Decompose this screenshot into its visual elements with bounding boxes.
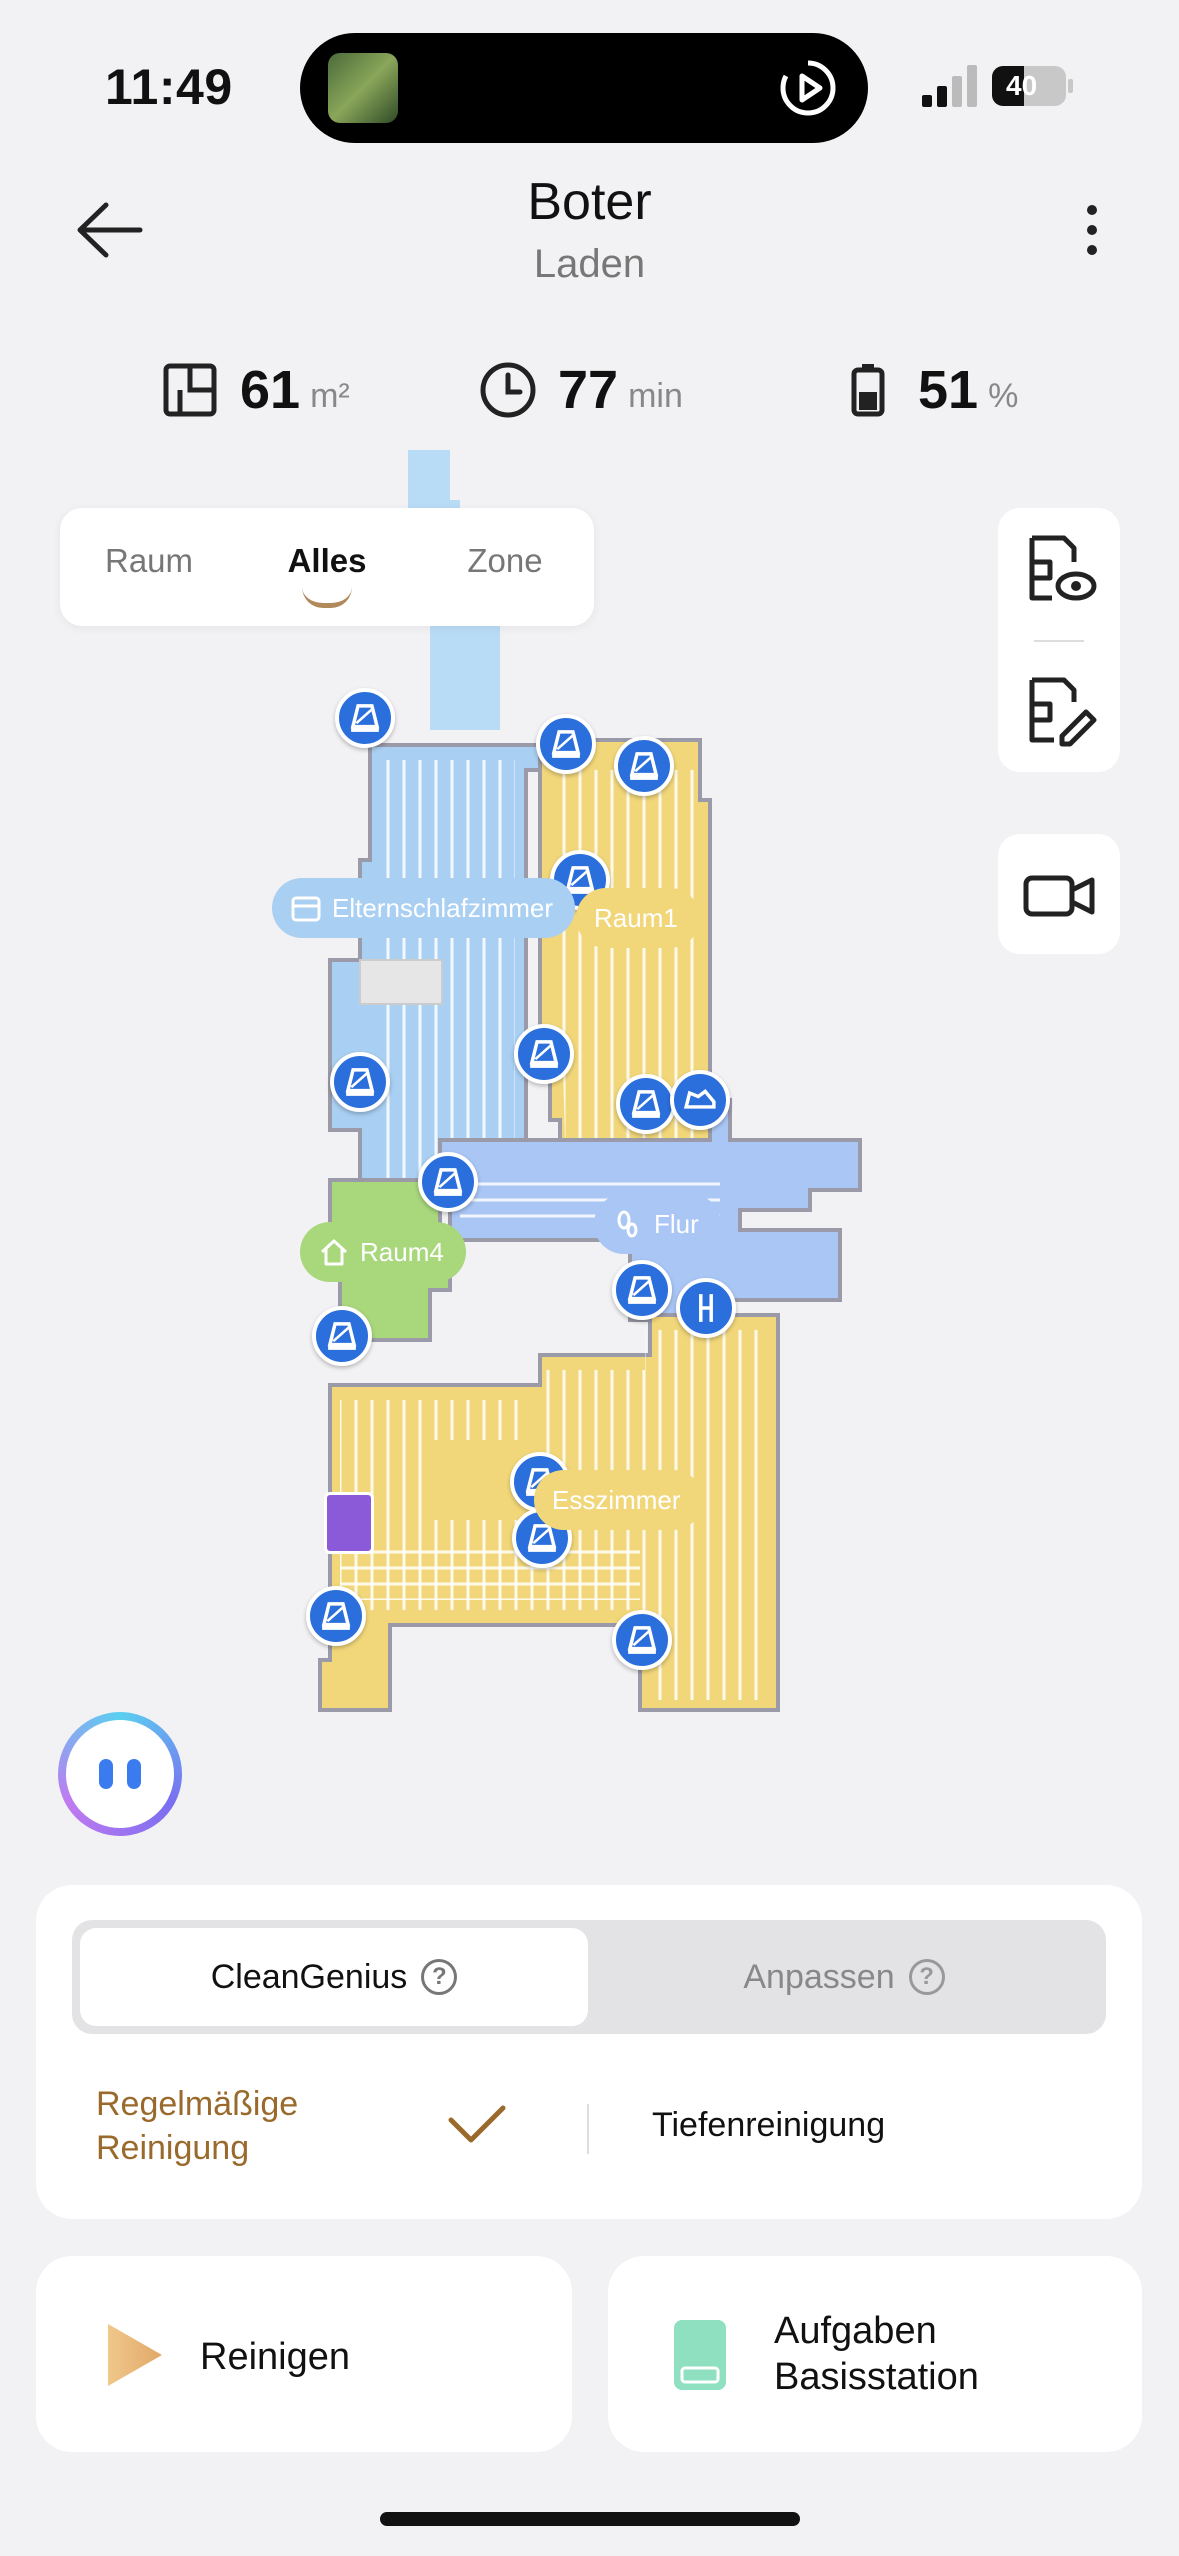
obstacle-marker[interactable]	[312, 1306, 372, 1366]
stat-area: 61 m²	[160, 355, 350, 425]
cone-icon	[350, 704, 380, 732]
tab-raum[interactable]: Raum	[60, 508, 238, 626]
tab-anpassen-label: Anpassen	[743, 1957, 895, 1996]
stat-time: 77 min	[478, 355, 683, 425]
assistant-eye	[99, 1759, 113, 1789]
tab-cleangenius-label: CleanGenius	[210, 1957, 408, 1996]
cone-icon	[627, 1276, 657, 1304]
more-vertical-icon[interactable]	[1070, 200, 1114, 260]
carpet-marker[interactable]	[670, 1070, 730, 1130]
video-camera-icon[interactable]	[1020, 860, 1100, 930]
obstacle-marker[interactable]	[514, 1024, 574, 1084]
signal-icon	[922, 65, 977, 107]
area-value: 61	[240, 360, 301, 420]
room-label-raum4[interactable]: Raum4	[300, 1222, 466, 1282]
room-label-text: Esszimmer	[552, 1484, 681, 1515]
room-label-raum1[interactable]: Raum1	[576, 888, 700, 948]
battery-indicator: 40	[992, 66, 1074, 106]
area-unit: m²	[310, 376, 350, 415]
help-icon[interactable]: ?	[421, 1959, 458, 1995]
edit-map-icon[interactable]	[1018, 670, 1102, 754]
footprint-icon	[617, 1210, 638, 1238]
clock-icon	[480, 362, 536, 418]
now-playing-artwork	[328, 53, 398, 123]
mode-selector: Raum Alles Zone	[60, 508, 594, 626]
status-time: 11:49	[105, 59, 233, 115]
tab-alles[interactable]: Alles	[238, 508, 416, 626]
check-icon	[448, 2105, 506, 2143]
base-label-line2: Basisstation	[774, 2356, 979, 2398]
obstacle-marker[interactable]	[330, 1052, 390, 1112]
page-title: Boter	[527, 173, 652, 231]
cone-icon	[321, 1602, 351, 1630]
shoe-icon	[683, 1088, 716, 1109]
cone-icon	[629, 752, 659, 780]
cone-icon	[529, 1040, 559, 1068]
room-bedroom	[328, 743, 542, 1202]
help-icon[interactable]: ?	[908, 1959, 945, 1995]
obstacle-marker[interactable]	[614, 736, 674, 796]
room-label-flur[interactable]: Flur	[594, 1194, 721, 1254]
time-value: 77	[558, 360, 619, 420]
battery-unit: %	[988, 376, 1019, 415]
time-unit: min	[628, 376, 683, 415]
cone-icon	[433, 1168, 463, 1196]
obstacle-marker[interactable]	[335, 688, 395, 748]
tab-cleangenius[interactable]: CleanGenius ?	[80, 1928, 588, 2026]
base-station-icon	[674, 2320, 726, 2390]
cone-icon	[345, 1068, 375, 1096]
room-label-esszimmer[interactable]: Esszimmer	[534, 1470, 703, 1530]
obstacle-marker[interactable]	[306, 1586, 366, 1646]
room-label-text: Elternschlafzimmer	[332, 892, 554, 923]
obstacle-marker[interactable]	[418, 1152, 478, 1212]
assistant-eye	[127, 1759, 141, 1789]
base-station-marker[interactable]	[324, 1492, 374, 1554]
tab-anpassen[interactable]: Anpassen ?	[590, 1928, 1098, 2026]
room-label-text: Flur	[654, 1208, 699, 1239]
option-regular-cleaning[interactable]: Regelmäßige Reinigung	[96, 2082, 396, 2170]
obstacle-marker[interactable]	[536, 714, 596, 774]
play-icon	[108, 2324, 162, 2386]
option-label-line2: Reinigung	[96, 2129, 250, 2167]
view-map-icon[interactable]	[1018, 528, 1102, 612]
cable-icon	[699, 1294, 713, 1322]
cone-icon	[631, 1090, 661, 1118]
cable-marker[interactable]	[676, 1278, 736, 1338]
obstacle-marker[interactable]	[612, 1610, 672, 1670]
battery-value: 51	[918, 360, 979, 420]
house-icon	[320, 1239, 348, 1266]
obstacle-marker[interactable]	[616, 1074, 676, 1134]
battery-icon	[851, 364, 885, 417]
option-label-line1: Regelmäßige	[96, 2085, 299, 2123]
home-indicator[interactable]	[380, 2512, 800, 2526]
option-divider	[587, 2104, 589, 2154]
assistant-face-icon	[66, 1720, 174, 1828]
assistant-button[interactable]	[58, 1712, 182, 1836]
room-label-text: Raum1	[594, 902, 678, 933]
room-label-elternschlafzimmer[interactable]: Elternschlafzimmer	[272, 878, 576, 938]
base-station-tasks-label: Aufgaben Basisstation	[774, 2308, 1074, 2400]
room-label-text: Raum4	[360, 1236, 444, 1267]
floorplan-icon	[163, 363, 217, 417]
play-icon[interactable]	[778, 58, 838, 118]
cone-icon	[327, 1322, 357, 1350]
base-label-line1: Aufgaben	[774, 2310, 937, 2352]
cone-icon	[627, 1626, 657, 1654]
cone-icon	[551, 730, 581, 758]
option-deep-cleaning[interactable]: Tiefenreinigung	[652, 2106, 885, 2145]
bed-icon	[291, 896, 321, 922]
start-cleaning-label: Reinigen	[200, 2336, 350, 2378]
device-status: Laden	[533, 242, 646, 286]
divider	[1034, 640, 1084, 642]
battery-percent: 40	[1006, 70, 1038, 101]
dynamic-island[interactable]	[300, 33, 868, 143]
tab-zone[interactable]: Zone	[416, 508, 594, 626]
obstacle-marker[interactable]	[612, 1260, 672, 1320]
stat-battery: 51 %	[838, 355, 1018, 425]
